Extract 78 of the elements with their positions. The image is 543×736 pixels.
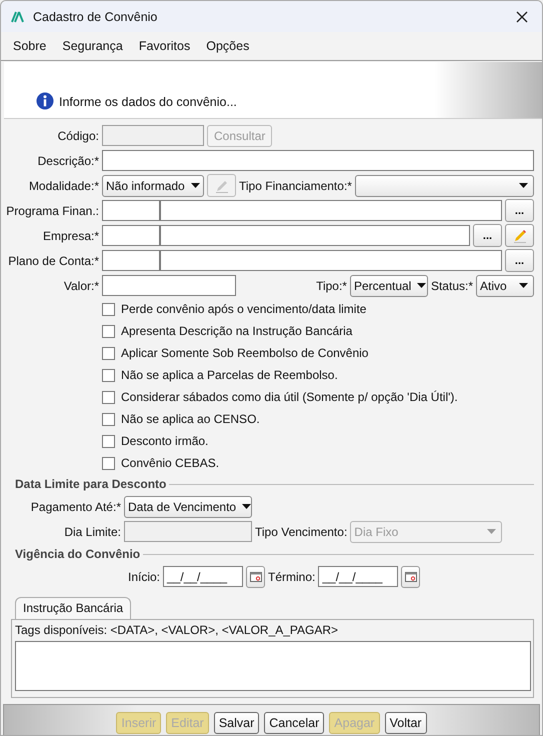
calendar-icon	[404, 572, 417, 582]
field-label: Código:	[56, 128, 99, 142]
caret-icon	[519, 283, 528, 288]
name-field[interactable]	[160, 250, 502, 271]
pencil-icon	[512, 228, 528, 244]
browse-button[interactable]: ...	[473, 224, 502, 247]
checkbox-label: Considerar sábados como dia útil (Somente p/ opção 'Dia Útil').	[121, 390, 458, 404]
date-field[interactable]: __/__/____	[318, 566, 398, 587]
field-label: Valor:*	[62, 278, 99, 292]
caret-icon	[417, 283, 426, 288]
field-label: Tipo:*	[316, 278, 347, 292]
menu-item[interactable]: Segurança	[62, 39, 123, 53]
checkbox-label: Convênio CEBAS.	[121, 456, 220, 470]
field-label: Status:*	[430, 278, 473, 292]
window-title: Cadastro de Convênio	[33, 10, 158, 24]
close-icon[interactable]	[516, 10, 528, 22]
field-label: Tipo Vencimento:	[255, 524, 348, 538]
checkbox-label: Não se aplica ao CENSO.	[121, 412, 260, 426]
checkbox-label: Aplicar Somente Sob Reembolso de Convênio	[121, 346, 368, 360]
action-button[interactable]: Salvar	[214, 712, 260, 734]
checkbox[interactable]	[102, 390, 115, 404]
field-label: Programa Finan.:	[5, 204, 99, 218]
menu-item[interactable]: Favoritos	[138, 39, 190, 53]
calendar-button[interactable]	[401, 566, 420, 588]
field-label: Pagamento Até:*	[30, 500, 121, 514]
status-dropdown[interactable]: Ativo	[476, 274, 534, 296]
browse-button[interactable]: ...	[505, 249, 534, 272]
checkbox-label: Apresenta Descrição na Instrução Bancária	[121, 324, 352, 338]
checkbox-label: Perde convênio após o vencimento/data limite	[121, 302, 366, 316]
code-field[interactable]	[102, 250, 160, 271]
checkbox[interactable]	[102, 302, 115, 316]
date-field[interactable]: __/__/____	[163, 566, 244, 587]
checkbox[interactable]	[102, 456, 115, 470]
instruction-text-area[interactable]	[15, 641, 531, 691]
edit-button[interactable]	[505, 224, 534, 247]
financing-type-dropdown[interactable]	[354, 174, 534, 196]
caret-icon	[242, 504, 252, 509]
checkbox-label: Desconto irmão.	[121, 434, 208, 448]
action-button[interactable]: Cancelar	[264, 712, 324, 734]
field-label: Início:	[128, 570, 160, 584]
field-label: Dia Limite:	[63, 524, 121, 538]
app-logo-icon	[11, 10, 25, 22]
field-label: Tipo Financiamento:*	[239, 178, 352, 192]
type-dropdown[interactable]: Percentual	[350, 274, 428, 296]
browse-button[interactable]: ...	[505, 199, 534, 222]
calendar-icon	[250, 572, 262, 582]
caret-icon	[190, 183, 200, 188]
code-field[interactable]	[102, 200, 160, 221]
checkbox[interactable]	[102, 346, 115, 360]
code-field[interactable]	[102, 225, 160, 246]
checkbox-label: Não se aplica a Parcelas de Reembolso.	[121, 368, 338, 382]
group-title: Vigência do Convênio	[15, 547, 140, 561]
field-label: Plano de Conta:*	[7, 254, 99, 268]
name-field[interactable]	[160, 225, 470, 246]
menu-item[interactable]: Sobre	[13, 39, 46, 53]
value-field[interactable]	[102, 275, 236, 296]
info-message: Informe os dados do convênio...	[59, 95, 237, 110]
action-button[interactable]: Voltar	[384, 712, 427, 734]
field-label: Término:	[268, 570, 316, 584]
checkbox[interactable]	[102, 368, 115, 382]
group-title: Data Limite para Desconto	[15, 477, 166, 491]
description-field[interactable]	[102, 150, 534, 171]
payment-until-dropdown[interactable]: Data de Vencimento	[124, 496, 252, 518]
field-label: Empresa:*	[42, 228, 99, 242]
tags-hint: Tags disponíveis: <DATA>, <VALOR>, <VALOR_A_PAGAR>	[15, 623, 340, 637]
checkbox[interactable]	[102, 324, 115, 338]
tab[interactable]: Instrução Bancária	[15, 597, 132, 619]
field-label: Descrição:*	[36, 154, 99, 168]
checkbox[interactable]	[102, 434, 115, 448]
info-icon	[36, 92, 54, 110]
calendar-button[interactable]	[246, 566, 266, 588]
menu-item[interactable]: Opções	[206, 39, 250, 53]
field-label: Modalidade:*	[28, 178, 99, 192]
modality-dropdown[interactable]: Não informado	[102, 174, 204, 196]
checkbox[interactable]	[102, 412, 115, 426]
name-field[interactable]	[160, 200, 502, 221]
caret-icon	[487, 529, 496, 534]
caret-icon	[519, 183, 528, 188]
